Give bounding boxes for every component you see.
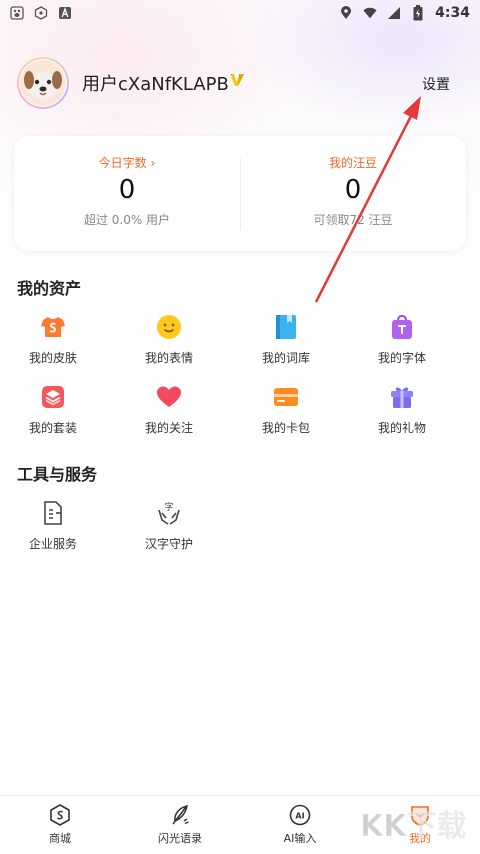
tab-quotes[interactable]: 闪光语录 <box>120 796 240 854</box>
tab-quotes-label: 闪光语录 <box>158 832 202 845</box>
shop-icon <box>49 804 71 826</box>
svg-text:AI: AI <box>295 812 304 821</box>
ai-icon: AI <box>289 804 311 826</box>
annotation-arrow <box>314 96 421 303</box>
watermark: KK下载 <box>356 800 478 850</box>
quill-icon <box>169 804 191 826</box>
watermark-text: KK下载 <box>360 809 467 844</box>
tab-ai-input-label: AI输入 <box>283 832 317 845</box>
tab-shop[interactable]: 商城 <box>0 796 120 854</box>
tab-ai-input[interactable]: AI AI输入 <box>240 796 360 854</box>
tab-shop-label: 商城 <box>49 832 71 845</box>
